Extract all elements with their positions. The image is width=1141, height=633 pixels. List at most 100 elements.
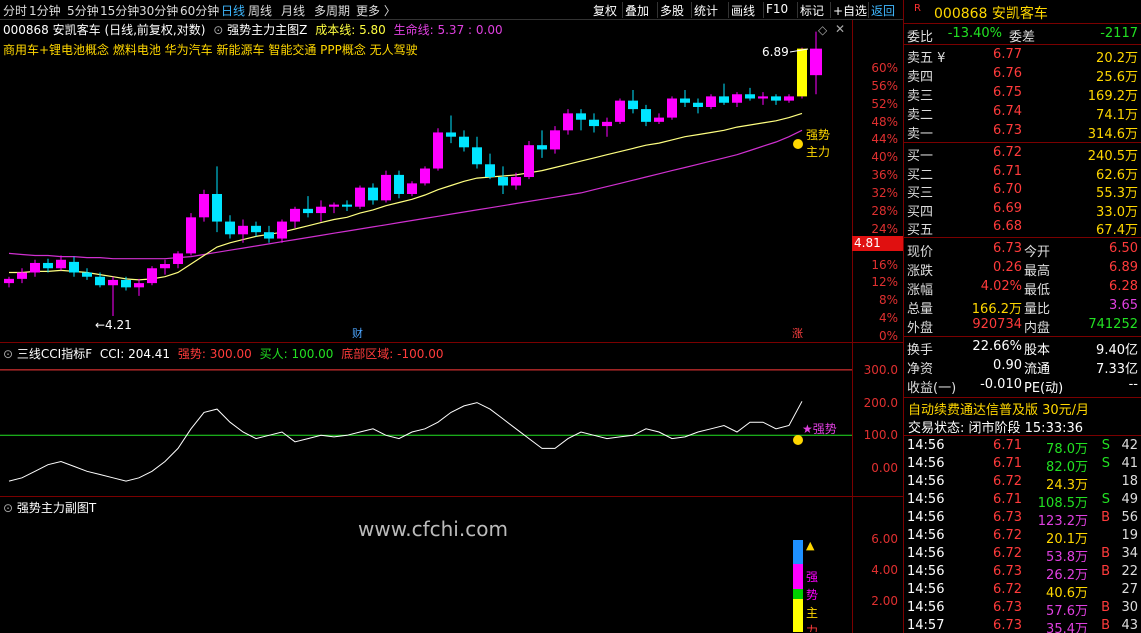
candle-body[interactable] bbox=[745, 94, 755, 99]
candle-body[interactable] bbox=[329, 204, 339, 207]
candle-body[interactable] bbox=[420, 168, 430, 184]
candle-body[interactable] bbox=[615, 100, 625, 122]
toolbar-button-5[interactable]: F10 bbox=[766, 2, 788, 16]
toolbar-button-7[interactable]: +自选 bbox=[833, 2, 867, 19]
candle-body[interactable] bbox=[381, 174, 391, 201]
candle-body[interactable] bbox=[589, 119, 599, 127]
period-tab-10[interactable]: 更多 〉 bbox=[356, 2, 396, 19]
candle-body[interactable] bbox=[173, 253, 183, 265]
candle-body[interactable] bbox=[199, 193, 209, 218]
candle-body[interactable] bbox=[394, 174, 404, 194]
period-tab-5[interactable]: 60分钟 bbox=[180, 2, 219, 19]
candle-body[interactable] bbox=[95, 276, 105, 286]
candle-body[interactable] bbox=[43, 262, 53, 269]
period-tab-4[interactable]: 30分钟 bbox=[139, 2, 178, 19]
candle-body[interactable] bbox=[680, 98, 690, 103]
bid-label: 买五 bbox=[907, 223, 934, 238]
toolbar-button-3[interactable]: 统计 bbox=[694, 2, 718, 19]
candle-body[interactable] bbox=[511, 177, 521, 186]
tick-count: 42 bbox=[1121, 438, 1138, 453]
candle-body[interactable] bbox=[485, 164, 495, 178]
period-tab-7[interactable]: 周线 bbox=[248, 2, 272, 19]
toolbar-button-1[interactable]: 叠加 bbox=[625, 2, 649, 19]
toolbar-button-0[interactable]: 复权 bbox=[593, 2, 617, 19]
candle-body[interactable] bbox=[160, 264, 170, 269]
candle-body[interactable] bbox=[758, 96, 768, 99]
candle-body[interactable] bbox=[537, 145, 547, 150]
candle-body[interactable] bbox=[472, 147, 482, 165]
stat-label: 涨幅 bbox=[907, 283, 934, 298]
candle-body[interactable] bbox=[771, 96, 781, 101]
candle-body[interactable] bbox=[251, 225, 261, 233]
candle-body[interactable] bbox=[69, 261, 79, 273]
candle-body[interactable] bbox=[498, 177, 508, 186]
period-tab-2[interactable]: 5分钟 bbox=[67, 2, 99, 19]
candle-body[interactable] bbox=[212, 193, 222, 222]
candle-body[interactable] bbox=[654, 117, 664, 122]
candle-body[interactable] bbox=[4, 278, 14, 284]
candle-body[interactable] bbox=[264, 232, 274, 239]
candle-body[interactable] bbox=[433, 132, 443, 169]
candle-body[interactable] bbox=[784, 96, 794, 101]
candle-body[interactable] bbox=[108, 279, 118, 286]
y-tick-label: 32% bbox=[871, 186, 898, 201]
candle-body[interactable] bbox=[290, 208, 300, 222]
candle-body[interactable] bbox=[147, 268, 157, 284]
candle-body[interactable] bbox=[82, 272, 92, 277]
candle-body[interactable] bbox=[225, 221, 235, 235]
candle-body[interactable] bbox=[693, 102, 703, 107]
sub-chart[interactable]: ▲ 强势主力 bbox=[0, 497, 852, 632]
candle-body[interactable] bbox=[628, 100, 638, 110]
rise-marker[interactable]: 涨 bbox=[792, 327, 803, 338]
cci-chart[interactable]: ★强势 bbox=[0, 343, 852, 493]
ask-row: 卖五 ¥ 6.77 20.2万 bbox=[904, 46, 1141, 66]
candle-body[interactable] bbox=[706, 96, 716, 107]
candle-body[interactable] bbox=[446, 132, 456, 137]
candle-body[interactable] bbox=[316, 206, 326, 214]
candle-body[interactable] bbox=[30, 262, 40, 273]
candle-body[interactable] bbox=[667, 98, 677, 118]
period-tab-8[interactable]: 月线 bbox=[281, 2, 305, 19]
tick-price: 6.71 bbox=[993, 492, 1022, 507]
candle-body[interactable] bbox=[342, 204, 352, 207]
candle-body[interactable] bbox=[56, 259, 66, 269]
bid-volume: 240.5万 bbox=[1087, 149, 1138, 164]
stat-label: 现价 bbox=[907, 245, 934, 260]
candle-body[interactable] bbox=[576, 113, 586, 120]
candle-body[interactable] bbox=[797, 48, 807, 97]
candle-body[interactable] bbox=[641, 109, 651, 122]
y-tick-label: 28% bbox=[871, 203, 898, 218]
period-tab-0[interactable]: 分时 bbox=[3, 2, 27, 19]
period-tab-3[interactable]: 15分钟 bbox=[100, 2, 139, 19]
candle-body[interactable] bbox=[121, 279, 131, 288]
candle-body[interactable] bbox=[238, 225, 248, 235]
candle-body[interactable] bbox=[17, 272, 27, 279]
candle-body[interactable] bbox=[550, 130, 560, 150]
candle-body[interactable] bbox=[459, 136, 469, 148]
toolbar-button-4[interactable]: 画线 bbox=[731, 2, 755, 19]
tick-count: 27 bbox=[1121, 582, 1138, 597]
candle-body[interactable] bbox=[355, 187, 365, 207]
candle-body[interactable] bbox=[732, 94, 742, 103]
candle-body[interactable] bbox=[186, 217, 196, 254]
candlestick-chart[interactable]: 6.89 ←4.21 强势主力财 涨 bbox=[0, 20, 852, 338]
candle-body[interactable] bbox=[563, 113, 573, 131]
promo-banner[interactable]: 自动续费通达信普及版 30元/月 bbox=[904, 399, 1141, 418]
candle-body[interactable] bbox=[277, 221, 287, 239]
toolbar-button-8[interactable]: 返回 bbox=[871, 2, 895, 19]
finance-marker[interactable]: 财 bbox=[352, 326, 363, 338]
candle-body[interactable] bbox=[368, 187, 378, 201]
period-tab-6[interactable]: 日线 bbox=[221, 2, 245, 19]
candle-body[interactable] bbox=[407, 183, 417, 194]
toolbar-button-6[interactable]: 标记 bbox=[800, 2, 824, 19]
candle-body[interactable] bbox=[134, 283, 144, 288]
toolbar-button-2[interactable]: 多股 bbox=[660, 2, 684, 19]
stat-row: 涨幅 4.02% 最低 6.28 bbox=[904, 278, 1141, 298]
period-tab-9[interactable]: 多周期 bbox=[314, 2, 350, 19]
candle-body[interactable] bbox=[303, 208, 313, 214]
ma-purple-line bbox=[8, 129, 803, 260]
candle-body[interactable] bbox=[524, 145, 534, 178]
candle-body[interactable] bbox=[719, 96, 729, 103]
candle-body[interactable] bbox=[602, 121, 612, 127]
period-tab-1[interactable]: 1分钟 bbox=[29, 2, 61, 19]
